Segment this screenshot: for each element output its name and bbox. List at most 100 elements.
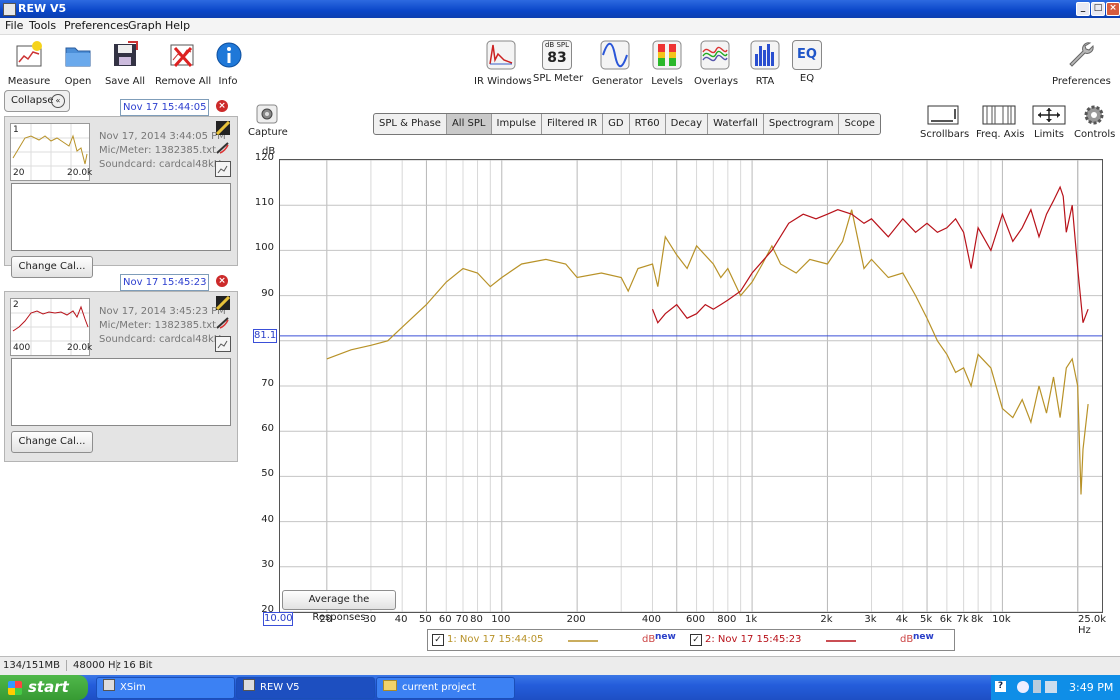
rta-button[interactable]: RTA — [750, 40, 780, 87]
save-all-label: Save All — [104, 76, 146, 87]
generator-icon — [600, 40, 630, 70]
tab-impulse[interactable]: Impulse — [492, 114, 543, 134]
series-2-line — [651, 185, 1089, 324]
camera-icon — [256, 104, 278, 124]
preferences-label: Preferences — [1052, 76, 1111, 87]
scrollbars-label: Scrollbars — [920, 129, 970, 140]
tab-waterfall[interactable]: Waterfall — [708, 114, 764, 134]
generator-button[interactable]: Generator — [592, 40, 643, 87]
tab-filtered-ir[interactable]: Filtered IR — [542, 114, 604, 134]
back-tray-icon[interactable] — [1017, 681, 1029, 693]
volume-tray-icon[interactable] — [1045, 681, 1057, 693]
tab-spl-phase[interactable]: SPL & Phase — [374, 114, 447, 134]
menu-file[interactable]: File — [5, 19, 23, 32]
open-button[interactable]: Open — [60, 40, 96, 87]
remove-measurement-2-icon[interactable]: × — [216, 275, 228, 287]
maximize-button[interactable]: □ — [1091, 2, 1105, 16]
measurement-2-name-field[interactable]: Nov 17 15:45:23 — [120, 274, 209, 291]
menu-preferences[interactable]: Preferences — [64, 19, 129, 32]
average-responses-button[interactable]: Average the Responses — [282, 590, 396, 623]
measurement-2-thumb-left: 400 — [13, 343, 31, 353]
measurement-1-mic: Mic/Meter: 1382385.txt — [99, 145, 217, 156]
levels-icon — [652, 40, 682, 70]
levels-button[interactable]: Levels — [649, 40, 685, 87]
collapse-button[interactable]: Collapse « — [4, 90, 70, 112]
task-current-project[interactable]: current project — [376, 677, 515, 699]
menu-graph[interactable]: Graph — [128, 19, 162, 32]
y-tick-label: 50 — [261, 468, 274, 480]
measure-button[interactable]: Measure — [4, 40, 54, 87]
battery-tray-icon[interactable] — [1033, 680, 1041, 693]
title-bar: REW V5 _ □ × — [0, 0, 1120, 18]
info-button[interactable]: Info — [214, 40, 242, 87]
ir-windows-icon — [486, 40, 516, 70]
rew-icon — [243, 679, 255, 691]
task-xsim[interactable]: XSim — [96, 677, 235, 699]
cursor-y-readout: 81.1 — [253, 329, 277, 343]
legend-1-checkbox[interactable]: ✓ — [432, 634, 444, 646]
measurement-2-line-style-icon[interactable] — [216, 316, 230, 330]
spl-chart — [280, 159, 1102, 613]
measurement-1-thumbnail[interactable]: 1 20 20.0k — [10, 123, 93, 181]
x-tick-label: 6k — [939, 614, 952, 625]
capture-button[interactable]: Capture — [248, 104, 288, 138]
spl-meter-value: 83 — [547, 50, 567, 66]
measurement-2-settings-icon[interactable] — [215, 336, 231, 352]
measurement-2-color-icon[interactable] — [216, 296, 230, 310]
save-all-button[interactable]: Save All — [104, 40, 146, 87]
measurement-1-name-field[interactable]: Nov 17 15:44:05 — [120, 99, 209, 116]
close-button[interactable]: × — [1106, 2, 1120, 16]
ir-windows-button[interactable]: IR Windows — [474, 40, 532, 87]
remove-measurement-1-icon[interactable]: × — [216, 100, 228, 112]
measurement-1-line-style-icon[interactable] — [216, 141, 230, 155]
measurement-1-settings-icon[interactable] — [215, 161, 231, 177]
limits-button[interactable]: Limits — [1032, 104, 1066, 140]
floppy-icon — [114, 41, 138, 66]
measurement-1-thumb-right: 20.0k — [67, 168, 93, 178]
change-cal-1-button[interactable]: Change Cal... — [11, 256, 93, 278]
collapse-label: Collapse — [11, 95, 54, 106]
xsim-icon — [103, 679, 115, 691]
limits-icon — [1032, 105, 1066, 125]
info-icon — [216, 42, 242, 68]
controls-button[interactable]: Controls — [1074, 104, 1115, 140]
measurement-1-notes[interactable] — [11, 183, 231, 251]
freq-axis-button[interactable]: Freq. Axis — [976, 104, 1025, 140]
tab-rt60[interactable]: RT60 — [630, 114, 666, 134]
x-tick-label: 200 — [566, 614, 586, 625]
taskbar: start XSim REW V5 current project ? 3:49… — [0, 675, 1120, 700]
x-start-field[interactable]: 10.00 — [263, 612, 293, 626]
measurement-2-notes[interactable] — [11, 358, 231, 426]
tab-scope[interactable]: Scope — [839, 114, 879, 134]
measure-icon — [16, 41, 42, 67]
minimize-button[interactable]: _ — [1076, 2, 1090, 16]
menu-help[interactable]: Help — [165, 19, 190, 32]
help-tray-icon[interactable]: ? — [995, 681, 1006, 692]
measurement-2-thumbnail[interactable]: 2 400 20.0k — [10, 298, 92, 356]
measurement-1-info: Nov 17, 2014 3:44:05 PM Mic/Meter: 13823… — [99, 130, 227, 172]
start-button[interactable]: start — [0, 675, 88, 700]
legend-2-checkbox[interactable]: ✓ — [690, 634, 702, 646]
remove-all-button[interactable]: Remove All — [155, 40, 212, 87]
spl-plot[interactable]: Average the Responses — [279, 159, 1103, 623]
y-tick-label: 90 — [261, 287, 274, 299]
overlays-button[interactable]: Overlays — [694, 40, 738, 87]
freq-axis-label: Freq. Axis — [976, 129, 1025, 140]
y-tick-label: 100 — [254, 242, 274, 254]
scrollbars-button[interactable]: Scrollbars — [920, 104, 970, 140]
menu-tools[interactable]: Tools — [29, 19, 56, 32]
preferences-button[interactable]: Preferences — [1052, 40, 1111, 87]
remove-all-label: Remove All — [155, 76, 212, 87]
measurement-1-soundcard: Soundcard: cardcal48kHz — [99, 159, 227, 170]
change-cal-2-button[interactable]: Change Cal... — [11, 431, 93, 453]
tab-all-spl[interactable]: All SPL — [446, 114, 492, 134]
task-rew[interactable]: REW V5 — [236, 677, 375, 699]
ir-windows-label: IR Windows — [474, 76, 532, 87]
tab-spectrogram[interactable]: Spectrogram — [764, 114, 840, 134]
spl-meter-button[interactable]: dB SPL 83 SPL Meter — [533, 40, 583, 84]
eq-button[interactable]: EQ EQ — [792, 40, 822, 84]
tab-gd[interactable]: GD — [603, 114, 630, 134]
x-tick-label: 60 — [438, 614, 452, 625]
measurement-1-color-icon[interactable] — [216, 121, 230, 135]
tab-decay[interactable]: Decay — [666, 114, 709, 134]
